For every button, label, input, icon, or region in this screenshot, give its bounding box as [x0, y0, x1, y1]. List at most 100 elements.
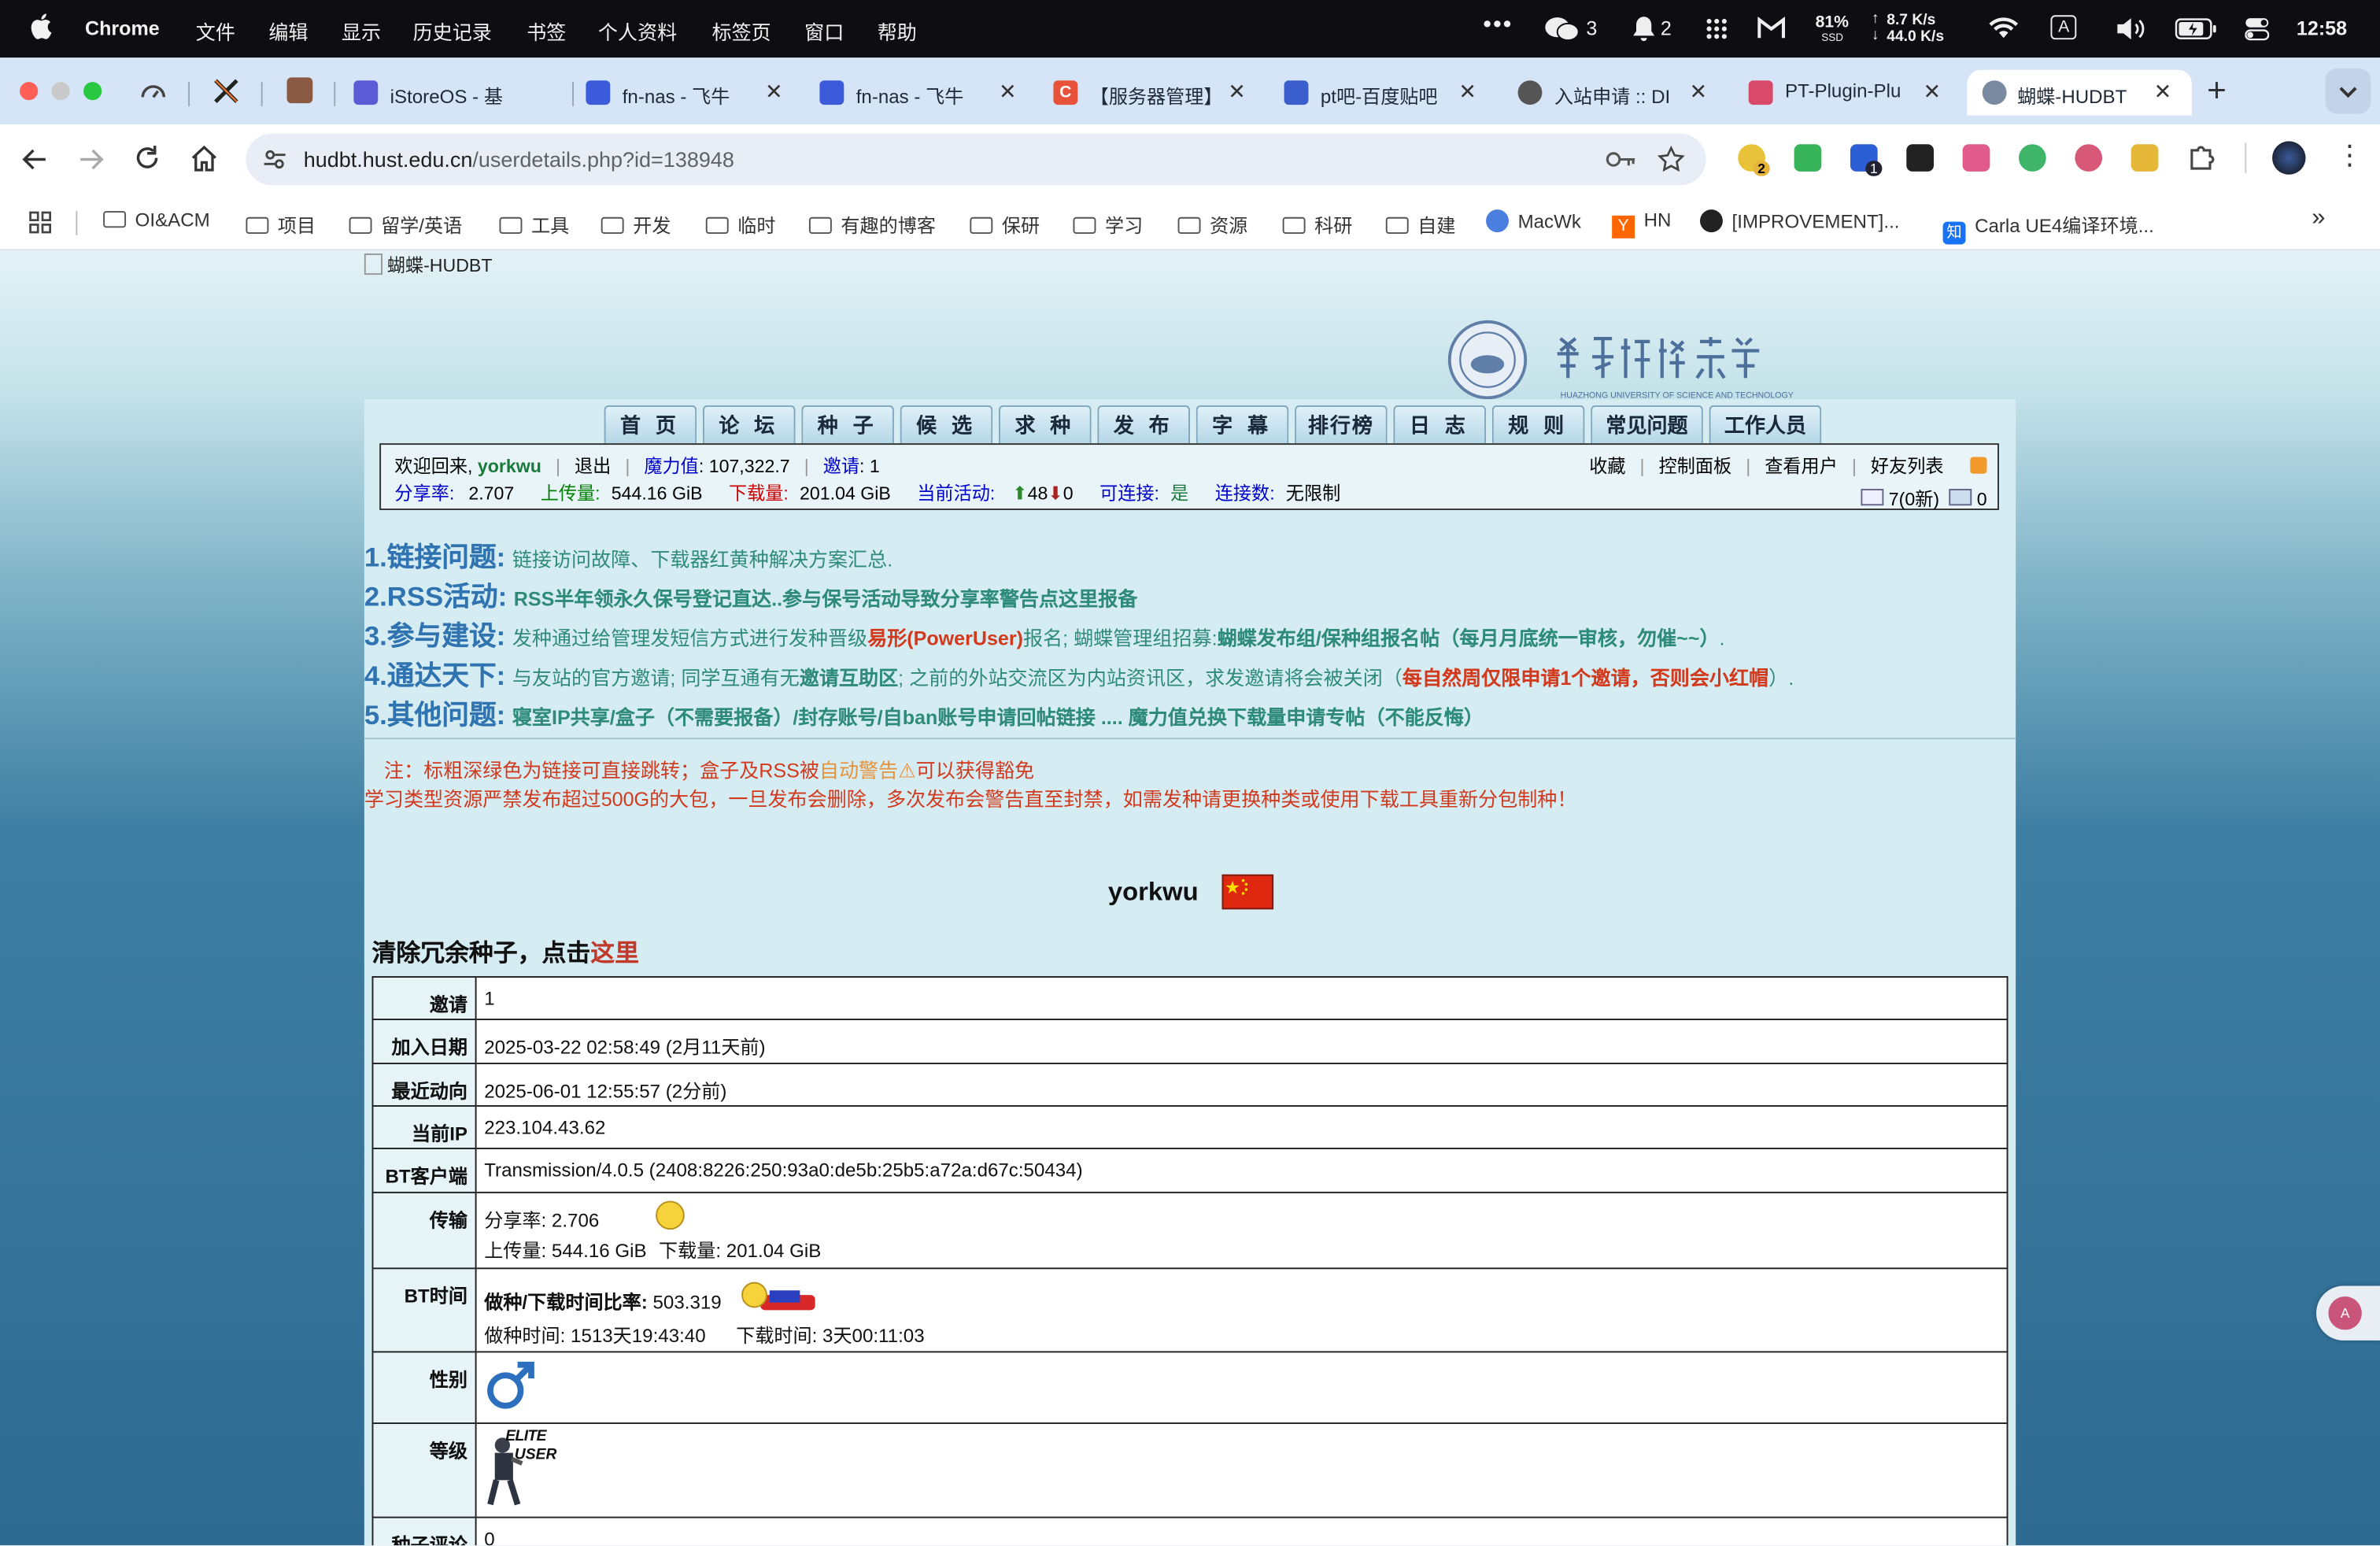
menu-edit[interactable]: 编辑 [268, 17, 308, 46]
address-bar[interactable]: hudbt.hust.edu.cn/userdetails.php?id=138… [246, 133, 1706, 186]
extensions-puzzle-icon[interactable] [2187, 144, 2218, 172]
invite-help-link[interactable]: 邀请互助区 [800, 667, 898, 690]
bookmark-folder[interactable]: 自建 [1385, 209, 1456, 239]
bookmark-folder[interactable]: 项目 [246, 209, 316, 239]
magic-label-link[interactable]: 魔力值 [644, 456, 698, 477]
wifi-icon[interactable] [1988, 17, 2019, 39]
bookmark-folder[interactable]: 有趣的博客 [808, 209, 936, 239]
pinned-tab-x-icon[interactable] [213, 77, 240, 105]
tab-entry-application[interactable]: 入站申请 :: DI ✕ [1517, 70, 1731, 116]
new-tab-plus-icon[interactable]: + [2207, 72, 2227, 111]
nav-subtitles[interactable]: 字 幕 [1196, 405, 1289, 446]
notice-link[interactable]: 链接访问故障、下载器红黄种解决方案汇总. [512, 548, 893, 571]
menu-tabs[interactable]: 标签页 [711, 17, 771, 46]
nav-staff[interactable]: 工作人员 [1709, 405, 1822, 446]
tab-pt-tieba[interactable]: pt吧-百度贴吧 ✕ [1284, 70, 1497, 116]
battery-icon[interactable] [2175, 18, 2218, 40]
favorites-link[interactable]: 收藏 [1589, 456, 1625, 477]
sentbox-count[interactable]: 0 [1977, 489, 1987, 510]
grid-apps-icon[interactable] [1705, 17, 1729, 41]
menu-bookmarks[interactable]: 书签 [527, 17, 566, 46]
tab-close-icon[interactable]: ✕ [999, 79, 1017, 105]
bookmark-folder[interactable]: 保研 [970, 209, 1040, 239]
bookmark-folder[interactable]: 留学/英语 [349, 209, 462, 239]
inbox-envelope-icon[interactable] [1861, 488, 1884, 506]
nav-candidates[interactable]: 候 选 [900, 405, 993, 446]
tab-istoreos[interactable]: iStoreOS - 基 [353, 70, 563, 116]
nav-upload[interactable]: 发 布 [1097, 405, 1190, 446]
extension-shield-icon[interactable] [1794, 144, 1822, 172]
bookmark-macwk[interactable]: MacWk [1486, 209, 1581, 233]
control-center-icon[interactable] [2245, 17, 2270, 41]
bookmark-folder[interactable]: 学习 [1073, 209, 1143, 239]
floating-translate-button[interactable]: A [2315, 1285, 2380, 1341]
zoom-window-button[interactable] [83, 82, 102, 101]
apps-grid-icon[interactable] [29, 211, 52, 234]
extension-translate-icon[interactable] [1962, 144, 1990, 172]
tab-close-icon[interactable]: ✕ [1689, 79, 1707, 105]
bookmark-github[interactable]: [IMPROVEMENT]... [1699, 209, 1899, 233]
minimize-window-button[interactable] [51, 82, 70, 101]
inbox-count[interactable]: 7(0新) [1889, 489, 1939, 510]
nav-forum[interactable]: 论 坛 [702, 405, 796, 446]
input-method-indicator[interactable]: A [2050, 15, 2077, 40]
control-panel-link[interactable]: 控制面板 [1659, 456, 1732, 477]
tab-pt-plugin[interactable]: PT-Plugin-Plu ✕ [1748, 70, 1961, 116]
menu-view[interactable]: 显示 [342, 17, 381, 46]
bookmark-hn[interactable]: Y HN [1612, 209, 1671, 239]
bookmark-folder[interactable]: 资源 [1177, 209, 1247, 239]
clean-torrents-link[interactable]: 这里 [590, 941, 639, 967]
forward-arrow-icon[interactable] [77, 146, 105, 173]
tab-hudbt-active[interactable]: 蝴蝶-HUDBT ✕ [1967, 69, 2192, 116]
menu-help[interactable]: 帮助 [878, 17, 917, 46]
bookmarks-overflow-icon[interactable]: » [2312, 205, 2325, 232]
nav-faq[interactable]: 常见问题 [1591, 405, 1703, 446]
username-link[interactable]: yorkwu [478, 456, 541, 477]
notice-link[interactable]: RSS半年领永久保号登记直达..参与保号活动导致分享率警告点这里报备 [514, 587, 1138, 610]
home-icon[interactable] [190, 144, 219, 173]
menu-file[interactable]: 文件 [196, 17, 235, 46]
site-logo-broken-image[interactable]: 蝴蝶-HUDBT [364, 252, 493, 278]
extension-cat-icon[interactable] [2131, 144, 2159, 172]
nav-home[interactable]: 首 页 [604, 405, 697, 446]
bookmark-folder[interactable]: OI&ACM [103, 209, 210, 231]
invite-label-link[interactable]: 邀请 [823, 456, 859, 477]
menu-window[interactable]: 窗口 [804, 17, 844, 46]
reload-icon[interactable] [134, 144, 161, 172]
tab-search-button[interactable] [2325, 68, 2371, 114]
volume-icon[interactable] [2116, 17, 2149, 41]
close-window-button[interactable] [20, 82, 39, 101]
tab-close-icon[interactable]: ✕ [765, 79, 783, 105]
sentbox-icon[interactable] [1949, 488, 1972, 506]
extension-n-icon[interactable] [2018, 144, 2046, 172]
menu-profile[interactable]: 个人资料 [598, 17, 677, 46]
profile-avatar[interactable] [2272, 141, 2306, 175]
recruit-link[interactable]: 蝴蝶发布组/保种组报名帖（每月月底统一审核，勿催~~） [1218, 627, 1720, 649]
auto-warning-link[interactable]: 自动警告⚠ [819, 759, 916, 782]
nav-rules[interactable]: 规 则 [1491, 405, 1585, 446]
bookmark-folder[interactable]: 临时 [705, 209, 776, 239]
friends-list-link[interactable]: 好友列表 [1871, 456, 1944, 477]
bookmark-folder[interactable]: 开发 [601, 209, 671, 239]
tab-close-icon[interactable]: ✕ [1458, 79, 1476, 105]
site-settings-icon[interactable] [263, 147, 287, 172]
wechat-icon[interactable] [1543, 15, 1580, 43]
tab-fn-nas-2[interactable]: fn-nas - 飞牛 ✕ [819, 70, 1032, 116]
extension-colorful-icon[interactable] [2075, 144, 2103, 172]
nav-requests[interactable]: 求 种 [998, 405, 1092, 446]
menu-app-name[interactable]: Chrome [85, 17, 160, 39]
menu-history[interactable]: 历史记录 [413, 17, 492, 46]
nav-ranking[interactable]: 排行榜 [1295, 405, 1388, 446]
extension-glasses-icon[interactable] [1906, 144, 1934, 172]
view-users-link[interactable]: 查看用户 [1765, 456, 1838, 477]
tab-close-icon[interactable]: ✕ [1228, 79, 1246, 105]
notification-bell-icon[interactable] [1632, 15, 1656, 43]
pinned-tab-avatar-icon[interactable] [286, 77, 313, 104]
tab-fn-nas-1[interactable]: fn-nas - 飞牛 ✕ [586, 70, 798, 116]
url-text[interactable]: hudbt.hust.edu.cn/userdetails.php?id=138… [304, 147, 734, 172]
apple-icon[interactable] [31, 10, 55, 41]
pinned-tab-dashboard-icon[interactable] [139, 77, 167, 105]
bookmark-folder[interactable]: 工具 [499, 209, 569, 239]
notice-link[interactable]: 寝室IP共享/盒子（不需要报备）/封存账号/自ban账号申请回帖链接 .... … [512, 706, 1484, 729]
power-user-link[interactable]: 易形(PowerUser) [867, 627, 1023, 649]
